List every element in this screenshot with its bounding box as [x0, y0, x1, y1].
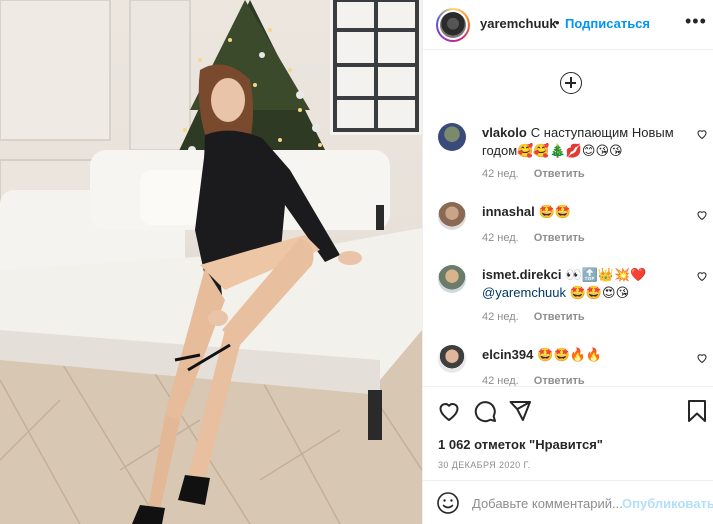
follow-button[interactable]: Подписаться [565, 16, 650, 31]
post-actions: 1 062 отметок "Нравится" 30 ДЕКАБРЯ 2020… [423, 386, 713, 524]
comment-meta: 42 нед. Ответить [482, 311, 597, 323]
comment-username[interactable]: elcin394 [482, 347, 533, 362]
comment-meta: 42 нед. Ответить [482, 232, 597, 244]
like-comment-heart-icon[interactable] [696, 128, 708, 140]
comment-text-continued: 🤩🤩😍😘 [569, 285, 630, 300]
more-options-icon[interactable]: ••• [685, 11, 707, 32]
post-header: yaremchuuk • Подписаться ••• [423, 0, 713, 50]
like-comment-heart-icon[interactable] [696, 209, 708, 221]
post-photo-illustration [0, 0, 422, 524]
likes-count[interactable]: 1 062 отметок "Нравится" [438, 437, 603, 452]
comment-username[interactable]: vlakolo [482, 125, 527, 140]
comment-avatar[interactable] [438, 345, 466, 373]
comment-body: elcin394 🤩🤩🔥🔥 [482, 346, 682, 364]
heart-icon[interactable] [437, 399, 461, 423]
comment-mention[interactable]: @yaremchuuk [482, 285, 566, 300]
like-comment-heart-icon[interactable] [696, 270, 708, 282]
comment-meta: 42 нед. Ответить [482, 375, 597, 386]
smile-icon[interactable] [436, 491, 460, 515]
comment-body: vlakolo С наступающим Новым годом🥰🥰🎄💋😊😘😘 [482, 124, 682, 160]
reply-button[interactable]: Ответить [534, 168, 585, 180]
comment-age: 42 нед. [482, 311, 519, 323]
comment-text: 👀🔝👑💥❤️ [565, 267, 647, 282]
post-date[interactable]: 30 ДЕКАБРЯ 2020 Г. [438, 460, 531, 470]
author-username[interactable]: yaremchuuk [480, 16, 557, 31]
comment-input[interactable] [472, 493, 622, 513]
comment-age: 42 нед. [482, 375, 519, 386]
load-more-comments-icon[interactable] [560, 72, 582, 94]
comment-icon[interactable] [473, 399, 497, 423]
comment-username[interactable]: ismet.direkci [482, 267, 562, 282]
bookmark-icon[interactable] [685, 399, 709, 423]
comment-avatar[interactable] [438, 265, 466, 293]
post-side-panel: yaremchuuk • Подписаться ••• vlakolo С на… [422, 0, 713, 524]
comment-avatar[interactable] [438, 123, 466, 151]
comments-list[interactable]: vlakolo С наступающим Новым годом🥰🥰🎄💋😊😘😘 … [423, 51, 713, 386]
comment-avatar[interactable] [438, 202, 466, 230]
comment-body: innashal 🤩🤩 [482, 203, 682, 221]
publish-button[interactable]: Опубликовать [622, 496, 713, 511]
add-comment-bar: Опубликовать [423, 480, 713, 524]
share-icon[interactable] [508, 399, 532, 423]
reply-button[interactable]: Ответить [534, 232, 585, 244]
comment-age: 42 нед. [482, 232, 519, 244]
author-avatar[interactable] [436, 8, 470, 42]
reply-button[interactable]: Ответить [534, 311, 585, 323]
header-separator: • [555, 15, 560, 30]
comment-text: 🤩🤩 [538, 204, 572, 219]
comment-age: 42 нед. [482, 168, 519, 180]
comment-username[interactable]: innashal [482, 204, 535, 219]
comment-text: 🤩🤩🔥🔥 [537, 347, 603, 362]
comment-body: ismet.direkci 👀🔝👑💥❤️ @yaremchuuk 🤩🤩😍😘 [482, 266, 682, 302]
comment-meta: 42 нед. Ответить [482, 168, 597, 180]
reply-button[interactable]: Ответить [534, 375, 585, 386]
post-photo[interactable] [0, 0, 422, 524]
like-comment-heart-icon[interactable] [696, 352, 708, 364]
